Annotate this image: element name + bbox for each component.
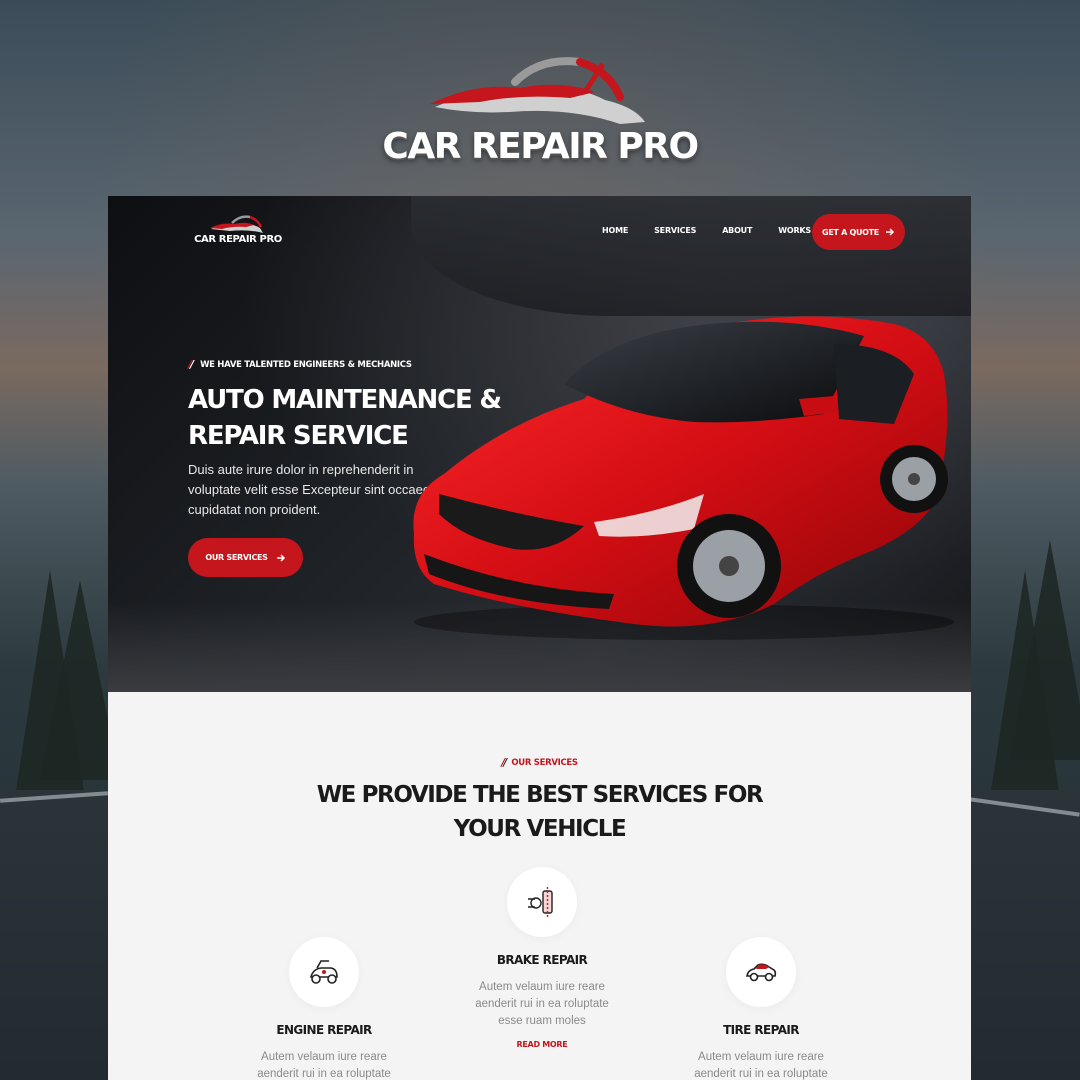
get-a-quote-label: GET A QUOTE <box>822 227 879 237</box>
icon-circle <box>726 937 796 1007</box>
service-name: ENGINE REPAIR <box>276 1023 372 1037</box>
brake-icon <box>528 887 553 917</box>
engine-icon <box>309 960 338 984</box>
service-description-line: aenderit rui in ea roluptate <box>257 1068 391 1080</box>
service-description: Autem velaum iure reare aenderit rui in … <box>475 981 609 1027</box>
services-title: WE PROVIDE THE BEST SERVICES FOR YOUR VE… <box>316 782 764 842</box>
service-description-line: Autem velaum iure reare <box>698 1051 824 1063</box>
brand-header: CAR REPAIR PRO <box>0 52 1080 167</box>
service-description: Autem velaum iure reare aenderit rui in … <box>224 1049 424 1080</box>
brand-name: CAR REPAIR PRO <box>382 126 699 167</box>
hero-kicker: // WE HAVE TALENTED ENGINEERS & MECHANIC… <box>188 358 412 371</box>
double-slash-icon: // <box>188 358 194 371</box>
service-description: Autem velaum iure reare aenderit rui in … <box>661 1049 861 1080</box>
car-logo-icon <box>430 57 645 124</box>
arrow-right-icon <box>276 553 285 562</box>
service-description-line: aenderit rui in ea roluptate <box>694 1068 828 1080</box>
our-services-label: OUR SERVICES <box>205 553 268 562</box>
car-logo-icon <box>210 215 263 233</box>
arrow-right-icon <box>885 228 895 236</box>
get-a-quote-button[interactable]: GET A QUOTE <box>812 214 905 250</box>
red-sports-car-image <box>413 316 954 640</box>
hero-section: CAR REPAIR PRO HOME SERVICES ABOUT WORKS… <box>108 196 971 692</box>
service-card-engine-repair[interactable]: ENGINE REPAIR Autem velaum iure reare ae… <box>224 937 424 1080</box>
tire-car-icon <box>746 963 777 982</box>
read-more-link[interactable]: READ MORE <box>442 1040 642 1049</box>
our-services-button[interactable]: OUR SERVICES <box>188 538 303 577</box>
service-card-tire-repair[interactable]: TIRE REPAIR Autem velaum iure reare aend… <box>661 937 861 1080</box>
service-description-line: Autem velaum iure reare <box>261 1051 387 1063</box>
hero-kicker-text: WE HAVE TALENTED ENGINEERS & MECHANICS <box>200 359 412 370</box>
service-card-brake-repair[interactable]: BRAKE REPAIR Autem velaum iure reare aen… <box>442 867 642 1049</box>
nav-link-works[interactable]: WORKS <box>778 226 811 235</box>
services-kicker: // OUR SERVICES <box>108 756 971 769</box>
double-slash-icon: // <box>501 756 507 769</box>
nav-link-home[interactable]: HOME <box>602 226 628 235</box>
icon-circle <box>289 937 359 1007</box>
icon-circle <box>507 867 577 937</box>
nav-link-about[interactable]: ABOUT <box>722 226 752 235</box>
service-name: TIRE REPAIR <box>723 1023 799 1037</box>
website-mockup: CAR REPAIR PRO HOME SERVICES ABOUT WORKS… <box>108 196 971 1080</box>
nav-logo-text: CAR REPAIR PRO <box>194 234 282 245</box>
nav-links: HOME SERVICES ABOUT WORKS <box>602 226 837 235</box>
nav-logo[interactable]: CAR REPAIR PRO <box>194 214 282 245</box>
services-section: // OUR SERVICES WE PROVIDE THE BEST SERV… <box>108 692 971 1080</box>
services-kicker-text: OUR SERVICES <box>511 757 578 768</box>
background-tree <box>1010 540 1080 760</box>
nav-link-services[interactable]: SERVICES <box>654 226 696 235</box>
nav-bar: CAR REPAIR PRO HOME SERVICES ABOUT WORKS… <box>108 214 971 254</box>
service-name: BRAKE REPAIR <box>496 953 588 967</box>
